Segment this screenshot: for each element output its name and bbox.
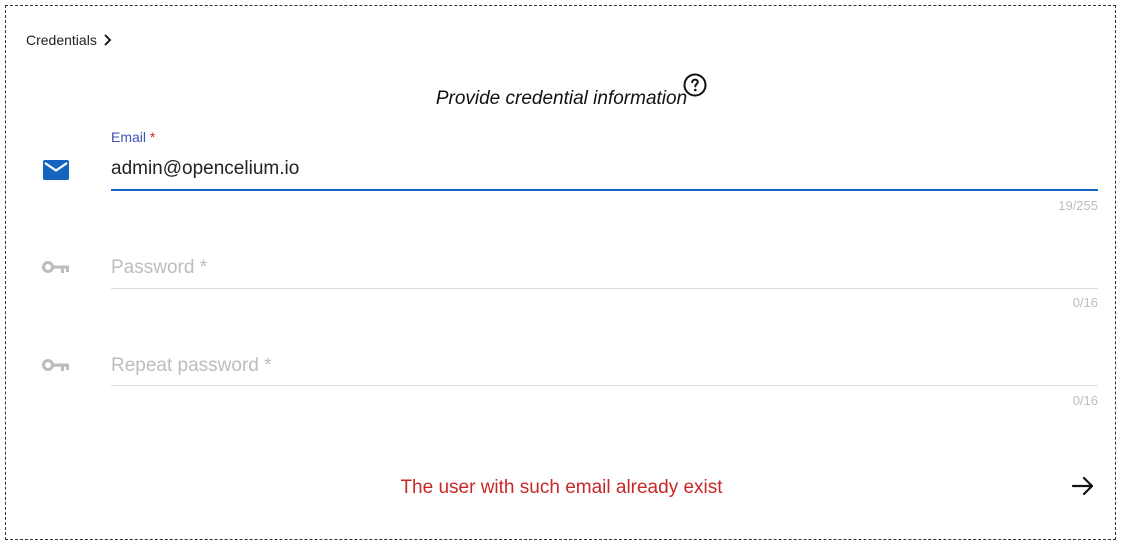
form-title: Provide credential information [435,88,688,109]
repeat-password-char-counter: 0/16 [1072,393,1098,408]
password-underline [111,288,1098,289]
breadcrumb-label: Credentials [26,32,97,48]
chevron-right-icon [104,34,112,46]
question-circle-icon[interactable] [683,73,707,97]
email-char-counter: 19/255 [1058,198,1098,213]
email-label: Email * [111,129,156,145]
email-underline [111,189,1098,191]
error-message: The user with such email already exist [400,477,723,498]
password-char-counter: 0/16 [1072,295,1098,310]
key-icon [42,359,69,371]
repeat-password-field[interactable] [111,353,1098,379]
key-icon [42,261,69,273]
email-field[interactable] [111,156,1098,182]
breadcrumb[interactable]: Credentials [26,32,113,48]
password-field[interactable] [111,255,1098,281]
envelope-icon [43,160,69,180]
required-mark: * [149,129,156,145]
arrow-right-icon[interactable] [1071,474,1095,498]
repeat-password-underline [111,385,1098,386]
